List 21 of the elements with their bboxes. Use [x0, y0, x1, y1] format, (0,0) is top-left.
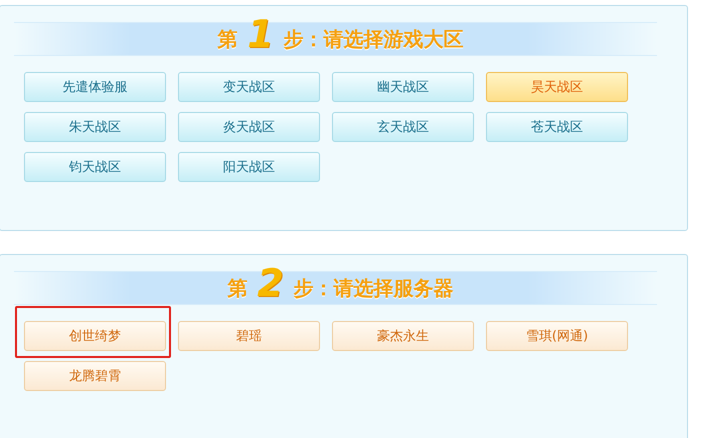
server-button[interactable]: 碧瑶 [178, 321, 320, 351]
zone-button[interactable]: 昊天战区 [486, 72, 628, 102]
step-label: 第 [217, 26, 238, 52]
server-button[interactable]: 创世绮梦 [24, 321, 166, 351]
zone-button[interactable]: 朱天战区 [24, 112, 166, 142]
server-button[interactable]: 龙腾碧霄 [24, 361, 166, 391]
step-number: 2 [257, 264, 284, 302]
step-label: 第 [227, 274, 248, 302]
server-button[interactable]: 豪杰永生 [332, 321, 474, 351]
zone-button[interactable]: 变天战区 [178, 72, 320, 102]
step-title: 步：请选择游戏大区 [284, 26, 464, 52]
server-button[interactable]: 雪琪(网通) [486, 321, 628, 351]
step-number: 1 [247, 15, 274, 53]
step-title: 步：请选择服务器 [294, 274, 454, 302]
zone-button[interactable]: 玄天战区 [332, 112, 474, 142]
zone-button[interactable]: 炎天战区 [178, 112, 320, 142]
zone-button[interactable]: 苍天战区 [486, 112, 628, 142]
zone-button[interactable]: 钧天战区 [24, 152, 166, 182]
zone-button[interactable]: 先遣体验服 [24, 72, 166, 102]
zone-button[interactable]: 阳天战区 [178, 152, 320, 182]
zone-button[interactable]: 幽天战区 [332, 72, 474, 102]
